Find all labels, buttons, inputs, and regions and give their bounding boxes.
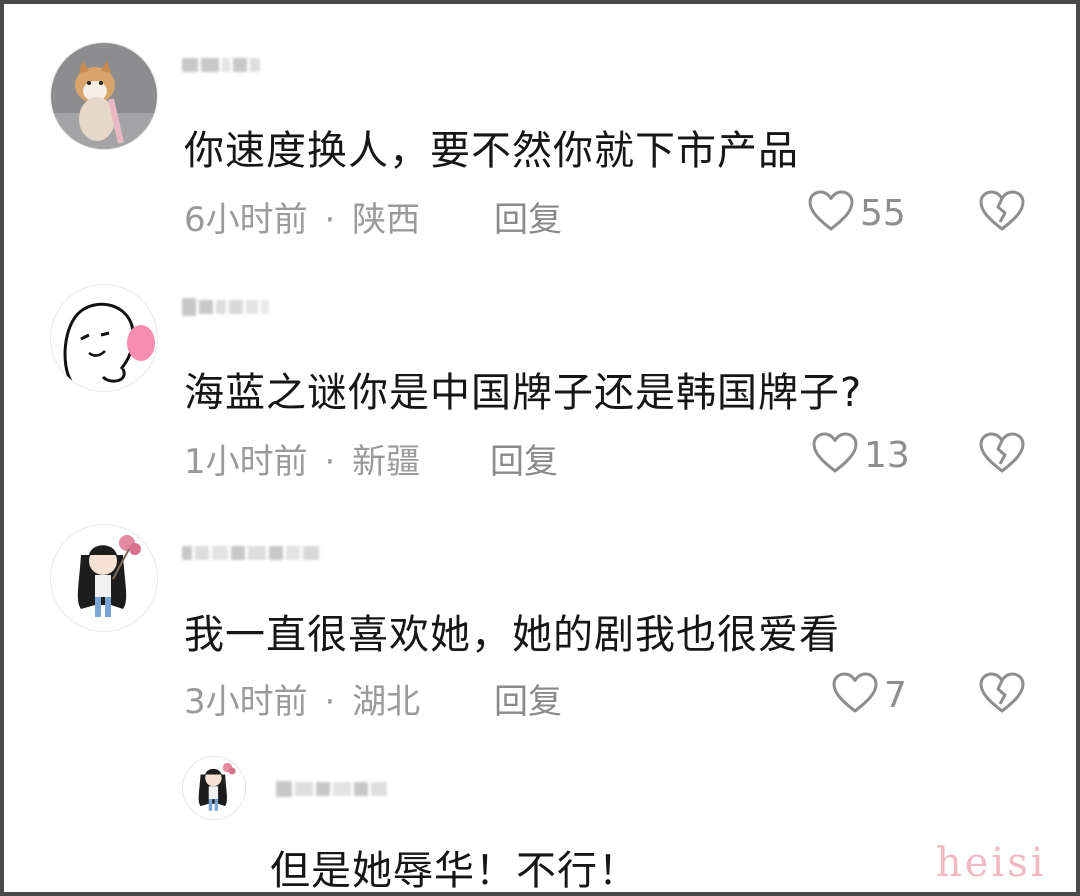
heart-outline-icon <box>812 432 858 478</box>
comment-list: 你速度换人，要不然你就下市产品 6小时前 · 陕西 回复 55 海蓝之谜你是中国… <box>0 0 1080 896</box>
username-blurred <box>276 772 426 806</box>
dislike-button[interactable] <box>979 672 1025 718</box>
avatar[interactable] <box>50 42 158 150</box>
watermark: heisi <box>936 840 1047 886</box>
reply-button[interactable]: 回复 <box>494 674 562 723</box>
reply-text: 但是她辱华！不行！ <box>270 848 639 894</box>
broken-heart-icon <box>979 672 1025 718</box>
comment-time: 3小时前 <box>184 682 308 722</box>
dislike-button[interactable] <box>979 432 1025 478</box>
dislike-button[interactable] <box>979 190 1025 236</box>
comment-meta: 6小时前 · 陕西 <box>184 192 420 241</box>
avatar[interactable] <box>50 524 158 632</box>
comment-time: 1小时前 <box>184 442 308 482</box>
comment-location: 新疆 <box>352 442 421 482</box>
broken-heart-icon <box>979 190 1025 236</box>
username-blurred <box>182 54 260 76</box>
like-button[interactable]: 7 <box>832 672 907 718</box>
like-count: 7 <box>884 674 907 716</box>
comment-text: 你速度换人，要不然你就下市产品 <box>184 128 799 174</box>
comment-meta: 3小时前 · 湖北 <box>184 674 420 723</box>
heart-outline-icon <box>808 190 854 236</box>
username-blurred <box>182 296 269 318</box>
reply-button[interactable]: 回复 <box>490 434 558 483</box>
like-count: 55 <box>860 192 906 234</box>
comment-text: 海蓝之谜你是中国牌子还是韩国牌子? <box>184 370 863 416</box>
broken-heart-icon <box>979 432 1025 478</box>
reply-button[interactable]: 回复 <box>494 192 562 241</box>
meta-separator: · <box>324 682 336 722</box>
comment-meta: 1小时前 · 新疆 <box>184 434 420 483</box>
like-button[interactable]: 55 <box>808 190 906 236</box>
like-count: 13 <box>864 434 910 476</box>
heart-outline-icon <box>832 672 878 718</box>
comment-location: 湖北 <box>352 682 421 722</box>
comment-time: 6小时前 <box>184 200 308 240</box>
avatar[interactable] <box>50 284 158 392</box>
meta-separator: · <box>324 200 336 240</box>
avatar[interactable] <box>182 756 246 820</box>
comment-text: 我一直很喜欢她，她的剧我也很爱看 <box>184 612 840 658</box>
username-blurred <box>182 542 319 564</box>
like-button[interactable]: 13 <box>812 432 910 478</box>
comment-location: 陕西 <box>352 200 421 240</box>
meta-separator: · <box>324 442 336 482</box>
